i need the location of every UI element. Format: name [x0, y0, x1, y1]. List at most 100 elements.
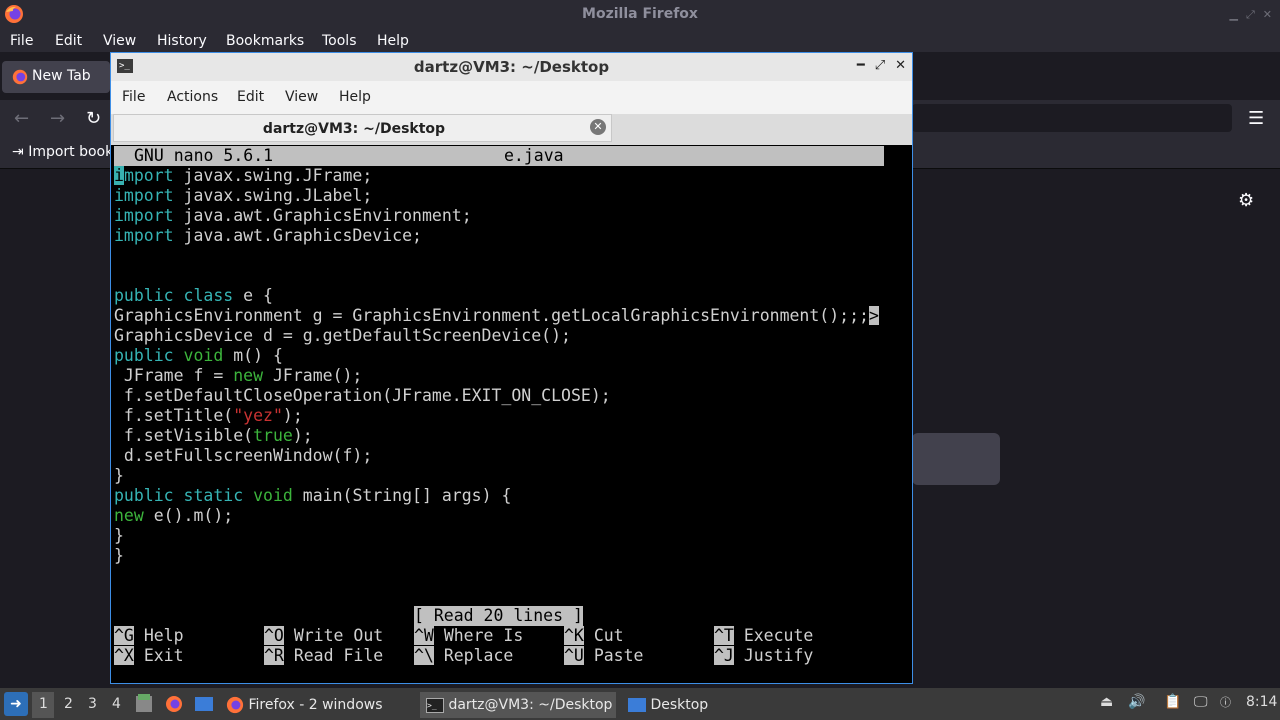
- code-line: new e().m();: [114, 506, 234, 525]
- nano-header: GNU nano 5.6.1 e.java: [114, 146, 884, 166]
- terminal-window: >_ dartz@VM3: ~/Desktop ━ ⤢ ✕ File Actio…: [110, 52, 913, 684]
- code-line: d.setFullscreenWindow(f);: [114, 446, 373, 465]
- code-line: JFrame f = new JFrame();: [114, 366, 363, 385]
- term-menu-actions[interactable]: Actions: [167, 89, 218, 105]
- terminal-tab[interactable]: dartz@VM3: ~/Desktop ✕: [113, 114, 612, 142]
- firefox-logo-icon: [226, 696, 244, 714]
- term-menu-file[interactable]: File: [122, 89, 145, 105]
- ff-menu-history[interactable]: History: [157, 33, 207, 49]
- firefox-launcher-icon[interactable]: [164, 692, 184, 716]
- shortcut-replace[interactable]: ^\ Replace: [414, 646, 513, 666]
- eject-icon[interactable]: ⏏: [1100, 694, 1113, 710]
- task-desktop-label: Desktop: [650, 697, 709, 713]
- import-icon: ⇥: [12, 144, 24, 160]
- clock[interactable]: 8:14: [1246, 694, 1277, 710]
- code-line: f.setDefaultCloseOperation(JFrame.EXIT_O…: [114, 386, 611, 405]
- shortcut-read-file[interactable]: ^R Read File: [264, 646, 383, 666]
- reload-icon[interactable]: ↻: [86, 108, 101, 129]
- code-line: import java.awt.GraphicsEnvironment;: [114, 206, 472, 225]
- code-line: }: [114, 466, 124, 485]
- ff-menu-tools[interactable]: Tools: [322, 33, 357, 49]
- ff-menu-bookmarks[interactable]: Bookmarks: [226, 33, 304, 49]
- back-arrow-icon[interactable]: ←: [14, 108, 29, 129]
- ff-menu-edit[interactable]: Edit: [55, 33, 82, 49]
- import-bookmarks-label: Import book: [28, 144, 114, 160]
- firefox-tab-new-tab[interactable]: New Tab: [2, 61, 110, 93]
- task-terminal[interactable]: >_ dartz@VM3: ~/Desktop: [420, 692, 616, 718]
- code-line: import javax.swing.JLabel;: [114, 186, 373, 205]
- nano-editor[interactable]: GNU nano 5.6.1 e.java import javax.swing.…: [114, 146, 910, 682]
- terminal-window-controls: ━ ⤢ ✕: [857, 58, 906, 73]
- shortcut-paste[interactable]: ^U Paste: [564, 646, 643, 666]
- nano-status-message: [ Read 20 lines ]: [414, 606, 583, 626]
- forward-arrow-icon[interactable]: →: [50, 108, 65, 129]
- minimize-icon[interactable]: ━: [857, 58, 865, 73]
- shortcut-help[interactable]: ^G Help: [114, 626, 184, 646]
- code-line: import javax.swing.JFrame;: [114, 166, 373, 185]
- ff-menu-help[interactable]: Help: [377, 33, 409, 49]
- code-line: }: [114, 526, 124, 545]
- firefox-window-controls[interactable]: ▁ ⤢ ✕: [1230, 8, 1273, 22]
- task-terminal-label: dartz@VM3: ~/Desktop: [448, 697, 613, 713]
- workspace-4[interactable]: 4: [112, 696, 121, 712]
- url-bar[interactable]: [912, 104, 1232, 132]
- nano-filename: e.java: [504, 146, 564, 165]
- terminal-icon: >_: [426, 697, 444, 713]
- import-bookmarks-button[interactable]: ⇥ Import book: [12, 144, 113, 160]
- code-line: public static void main(String[] args) {: [114, 486, 512, 505]
- workspace-3[interactable]: 3: [88, 696, 97, 712]
- code-line: GraphicsEnvironment g = GraphicsEnvironm…: [114, 306, 879, 325]
- clipboard-icon[interactable]: 📋: [1164, 694, 1181, 710]
- ff-menu-file[interactable]: File: [10, 33, 33, 49]
- term-menu-help[interactable]: Help: [339, 89, 371, 105]
- minimize-icon[interactable]: ▁: [1230, 8, 1238, 22]
- code-line: import java.awt.GraphicsDevice;: [114, 226, 422, 245]
- terminal-window-title: dartz@VM3: ~/Desktop: [413, 58, 610, 76]
- cursor: i: [114, 166, 124, 185]
- term-menu-view[interactable]: View: [285, 89, 318, 105]
- firefox-window-title: Mozilla Firefox: [582, 6, 698, 22]
- workspace-1[interactable]: 1: [39, 696, 48, 712]
- code-line: }: [114, 546, 124, 565]
- terminal-menubar: File Actions Edit View Help: [111, 81, 912, 114]
- ff-menu-view[interactable]: View: [103, 33, 136, 49]
- file-manager-icon[interactable]: [134, 692, 154, 716]
- task-desktop[interactable]: Desktop: [628, 692, 708, 718]
- start-menu-icon[interactable]: ➜: [4, 692, 28, 716]
- folder-icon: [628, 698, 646, 712]
- volume-icon[interactable]: 🔊: [1128, 694, 1145, 710]
- network-icon[interactable]: 🖵: [1194, 694, 1208, 710]
- hamburger-menu-icon[interactable]: ☰: [1248, 108, 1264, 129]
- task-firefox[interactable]: Firefox - 2 windows: [226, 692, 383, 718]
- shortcut-cut[interactable]: ^K Cut: [564, 626, 624, 646]
- terminal-tab-label: dartz@VM3: ~/Desktop: [262, 121, 446, 137]
- task-firefox-label: Firefox - 2 windows: [248, 697, 383, 713]
- shortcut-execute[interactable]: ^T Execute: [714, 626, 813, 646]
- firefox-menubar: File Edit View History Bookmarks Tools H…: [0, 30, 1280, 52]
- gear-icon[interactable]: ⚙: [1238, 190, 1254, 211]
- shortcut-write-out[interactable]: ^O Write Out: [264, 626, 383, 646]
- firefox-logo-icon: [12, 69, 28, 85]
- close-icon[interactable]: ✕: [1263, 8, 1272, 22]
- tab-label: New Tab: [32, 68, 91, 84]
- maximize-icon[interactable]: ⤢: [1246, 8, 1255, 22]
- terminal-titlebar: >_ dartz@VM3: ~/Desktop ━ ⤢ ✕: [111, 53, 912, 81]
- desktop-icon[interactable]: [194, 692, 214, 716]
- code-line: f.setVisible(true);: [114, 426, 313, 445]
- maximize-icon[interactable]: ⤢: [875, 58, 885, 73]
- workspace-2[interactable]: 2: [64, 696, 73, 712]
- code-line: f.setTitle("yez");: [114, 406, 303, 425]
- shortcut-justify[interactable]: ^J Justify: [714, 646, 813, 666]
- code-line: public class e {: [114, 286, 273, 305]
- term-menu-edit[interactable]: Edit: [237, 89, 264, 105]
- firefox-titlebar: Mozilla Firefox ▁ ⤢ ✕: [0, 0, 1280, 30]
- close-icon[interactable]: ✕: [895, 58, 906, 73]
- newtab-search-box[interactable]: [912, 433, 1000, 485]
- code-line: public void m() {: [114, 346, 283, 365]
- nano-version: GNU nano 5.6.1: [134, 146, 274, 165]
- close-tab-icon[interactable]: ✕: [590, 119, 606, 135]
- code-line: GraphicsDevice d = g.getDefaultScreenDev…: [114, 326, 571, 345]
- shortcut-exit[interactable]: ^X Exit: [114, 646, 184, 666]
- shortcut-where-is[interactable]: ^W Where Is: [414, 626, 523, 646]
- info-icon[interactable]: ⓘ: [1220, 694, 1231, 710]
